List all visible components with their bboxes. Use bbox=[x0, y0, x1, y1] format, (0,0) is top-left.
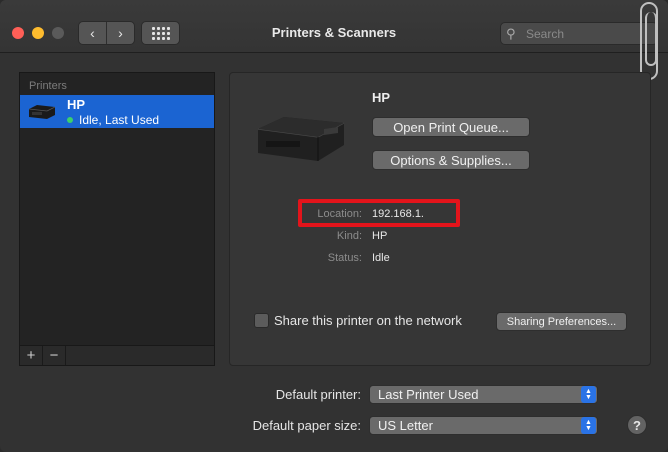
sharing-preferences-button[interactable]: Sharing Preferences... bbox=[496, 312, 627, 331]
share-printer-checkbox[interactable] bbox=[254, 313, 269, 328]
kind-value: HP bbox=[372, 230, 388, 242]
paper-size-select[interactable]: US Letter ▲ ▼ bbox=[369, 416, 598, 435]
printer-list-header: Printers bbox=[29, 80, 67, 92]
default-printer-select[interactable]: Last Printer Used ▲ ▼ bbox=[369, 385, 598, 404]
share-printer-row[interactable]: Share this printer on the network bbox=[254, 313, 462, 328]
printer-detail-panel: HP Open Print Queue... Options & Supplie… bbox=[229, 72, 651, 366]
minus-icon: − bbox=[49, 347, 59, 364]
printer-image-icon bbox=[257, 117, 345, 161]
location-highlight-box bbox=[298, 199, 460, 227]
share-printer-label: Share this printer on the network bbox=[274, 313, 462, 328]
printer-list: Printers HP Idle, Last Used bbox=[19, 72, 215, 346]
search-input[interactable] bbox=[524, 25, 648, 42]
options-supplies-button[interactable]: Options & Supplies... bbox=[372, 150, 530, 170]
help-button[interactable]: ? bbox=[627, 415, 647, 435]
paperclip-icon bbox=[640, 2, 658, 80]
updown-arrows-icon: ▲ ▼ bbox=[581, 386, 596, 403]
default-printer-value: Last Printer Used bbox=[378, 387, 479, 402]
printer-list-footer: + − bbox=[19, 346, 215, 366]
question-mark-icon: ? bbox=[633, 417, 641, 433]
kind-label: Kind: bbox=[336, 230, 362, 242]
updown-arrows-icon: ▲ ▼ bbox=[581, 417, 596, 434]
status-dot-icon bbox=[67, 117, 73, 123]
remove-printer-button[interactable]: − bbox=[43, 346, 66, 365]
status-label: Status: bbox=[327, 252, 362, 264]
status-value: Idle bbox=[372, 252, 390, 264]
paper-size-value: US Letter bbox=[378, 418, 433, 433]
printer-icon bbox=[28, 105, 56, 119]
printer-list-item[interactable]: HP Idle, Last Used bbox=[20, 95, 214, 128]
printers-scanners-window: ‹ › Printers & Scanners ⚲ Printers bbox=[0, 0, 668, 452]
printer-status-text: Idle, Last Used bbox=[79, 113, 160, 127]
plus-icon: + bbox=[26, 347, 36, 364]
printer-status: Idle, Last Used bbox=[67, 113, 159, 127]
printer-name: HP bbox=[67, 97, 86, 112]
search-icon: ⚲ bbox=[506, 25, 516, 41]
default-printer-label: Default printer: bbox=[275, 387, 361, 402]
title-bar: ‹ › Printers & Scanners ⚲ bbox=[0, 0, 668, 53]
open-print-queue-button[interactable]: Open Print Queue... bbox=[372, 117, 530, 137]
add-printer-button[interactable]: + bbox=[20, 346, 43, 365]
search-field[interactable]: ⚲ bbox=[500, 22, 658, 45]
paper-size-label: Default paper size: bbox=[252, 418, 361, 433]
printer-title: HP bbox=[372, 90, 391, 105]
